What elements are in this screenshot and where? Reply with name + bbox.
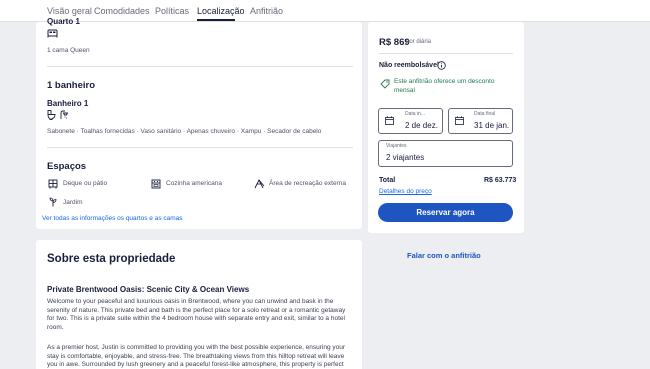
checkin-label: Data in... (405, 111, 426, 117)
shower-icon (59, 110, 68, 120)
checkout-label: Data final (474, 111, 496, 117)
bed-icon (47, 29, 58, 38)
total-value: R$ 63.773 (484, 177, 517, 184)
toilet-icon (47, 110, 56, 120)
divider (379, 53, 513, 54)
tag-icon (380, 79, 390, 89)
kitchen-icon (151, 179, 161, 189)
bathroom-heading: 1 banheiro (47, 80, 96, 91)
space-label-recreation: Área de recreação externa (269, 180, 346, 187)
patio-icon (48, 179, 58, 189)
discount-message: Este anfitrião oferece um desconto (394, 78, 495, 85)
reserve-button[interactable]: Reservar agora (378, 203, 513, 222)
divider (47, 147, 353, 148)
price-details-link[interactable]: Detalhes do preço (379, 188, 432, 195)
calendar-icon (385, 116, 394, 125)
calendar-icon (455, 116, 464, 125)
bathroom-amenities: Sabonete · Toalhas fornecidas · Vaso san… (47, 128, 322, 135)
space-label-kitchen: Cozinha americana (166, 180, 223, 187)
checkout-value: 31 de jan. (474, 121, 510, 130)
info-icon[interactable] (437, 61, 446, 70)
bathroom-title: Banheiro 1 (47, 99, 89, 108)
space-label-garden: Jardim (63, 199, 83, 206)
space-label-patio: Deque ou pátio (63, 180, 108, 187)
refund-policy: Não reembolsável (379, 62, 439, 69)
checkin-value: 2 de dez. (405, 121, 438, 130)
divider (47, 66, 353, 67)
discount-message-cont: mensal (394, 87, 415, 94)
description-paragraph: Welcome to your peaceful and luxurious o… (47, 298, 346, 331)
description-paragraph: As a premier host, Justin is committed t… (47, 344, 346, 368)
bed-description: 1 cama Queen (47, 47, 90, 54)
guests-label: Viajantes (386, 143, 407, 149)
playground-icon (254, 178, 265, 189)
property-title: Private Brentwood Oasis: Scenic City & O… (47, 285, 250, 294)
guests-value: 2 viajantes (386, 153, 425, 162)
contact-host-link[interactable]: Falar com o anfitrião (407, 251, 481, 260)
per-night-label: por diária (406, 39, 432, 45)
spaces-heading: Espaços (47, 161, 87, 172)
see-all-rooms-link[interactable]: Ver todas as informações os quartos e as… (42, 215, 183, 222)
total-label: Total (379, 177, 396, 184)
about-heading: Sobre esta propriedade (47, 253, 176, 265)
garden-icon (48, 197, 58, 207)
